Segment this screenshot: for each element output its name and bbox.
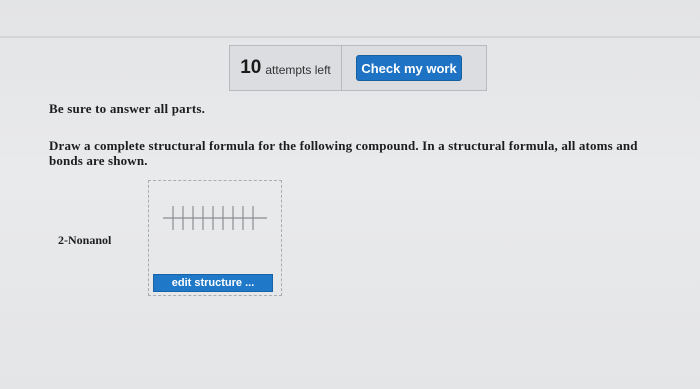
compound-name: 2-Nonanol	[58, 233, 112, 247]
structure-drawing-area[interactable]: edit structure ...	[148, 180, 282, 296]
attempts-label: attempts left	[265, 62, 331, 77]
attempts-count: 10	[240, 57, 262, 78]
top-divider	[0, 36, 700, 38]
attempts-counter: 10 attempts left	[230, 46, 342, 90]
check-my-work-button[interactable]: Check my work	[356, 55, 462, 81]
question-prompt: Draw a complete structural formula for t…	[49, 138, 638, 168]
attempts-toolbar: 10 attempts left Check my work	[229, 45, 487, 91]
carbon-chain-icon	[163, 206, 267, 230]
edit-structure-button[interactable]: edit structure ...	[153, 274, 273, 292]
instruction-text: Be sure to answer all parts.	[49, 101, 206, 116]
